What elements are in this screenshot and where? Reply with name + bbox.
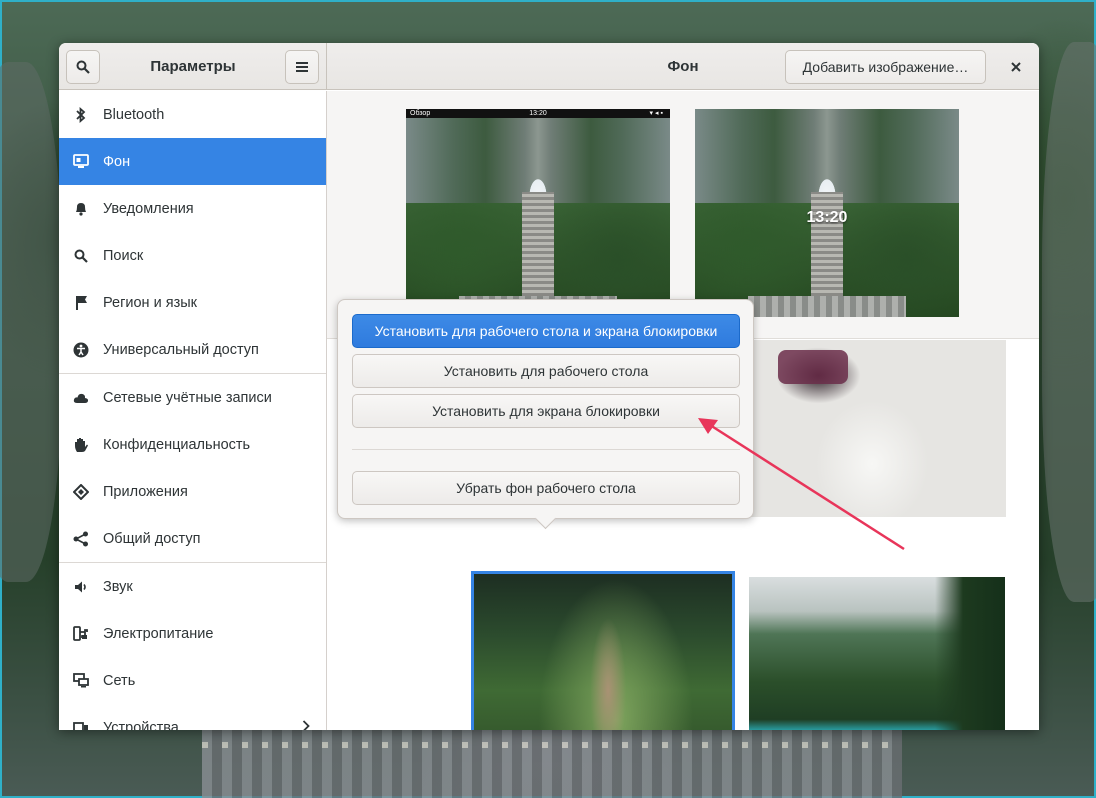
preview-lock-clock: 13:20 — [806, 209, 848, 226]
desktop-wallpaper-cliff-left — [0, 62, 62, 582]
hand-icon — [73, 437, 89, 453]
sidebar-item-label: Устройства — [103, 719, 179, 731]
sidebar-item-sound[interactable]: Звук — [59, 563, 326, 610]
sidebar-item-devices[interactable]: Устройства — [59, 704, 326, 730]
sidebar-item-applications[interactable]: Приложения — [59, 468, 326, 515]
sidebar-item-network[interactable]: Сеть — [59, 657, 326, 704]
sidebar-item-label: Уведомления — [103, 200, 194, 217]
hamburger-icon — [296, 62, 308, 72]
sidebar-item-notifications[interactable]: Уведомления — [59, 185, 326, 232]
sidebar-item-sharing[interactable]: Общий доступ — [59, 515, 326, 562]
headerbar: Параметры Фон Добавить изображение… — [59, 43, 1039, 90]
search-icon — [73, 248, 89, 264]
sidebar-item-accessibility[interactable]: Универсальный доступ — [59, 326, 326, 373]
sidebar-item-label: Фон — [103, 153, 131, 170]
share-icon — [73, 531, 89, 547]
popover-separator — [352, 449, 740, 450]
preview-bar-time: 13:20 — [529, 110, 547, 117]
add-image-button[interactable]: Добавить изображение… — [785, 50, 986, 84]
sidebar-title: Параметры — [150, 58, 236, 75]
sidebar-item-search[interactable]: Поиск — [59, 232, 326, 279]
sidebar-item-online-accounts[interactable]: Сетевые учётные записи — [59, 374, 326, 421]
search-button[interactable] — [66, 50, 100, 84]
sidebar-item-label: Сетевые учётные записи — [103, 389, 272, 406]
sidebar-item-privacy[interactable]: Конфиденциальность — [59, 421, 326, 468]
accessibility-icon — [73, 342, 89, 358]
sidebar-item-label: Регион и язык — [103, 294, 197, 311]
sidebar-item-label: Электропитание — [103, 625, 214, 642]
lock-screen-preview: Обзор 13:20 ▾◂▪ — [406, 109, 670, 317]
preview-status-icons: ▾◂▪ — [649, 110, 665, 117]
sidebar-item-label: Поиск — [103, 247, 144, 264]
set-lock-screen-button[interactable]: Установить для экрана блокировки — [352, 394, 740, 428]
sidebar-headerbar: Параметры — [59, 43, 327, 90]
network-icon — [73, 673, 89, 689]
background-icon — [73, 154, 89, 170]
devices-icon — [73, 720, 89, 730]
remove-background-button[interactable]: Убрать фон рабочего стола — [352, 471, 740, 505]
preview-plaza — [747, 296, 907, 317]
bluetooth-icon — [73, 106, 89, 123]
sidebar-item-label: Универсальный доступ — [103, 341, 259, 358]
sidebar-item-label: Сеть — [103, 672, 136, 689]
sidebar-item-power[interactable]: Электропитание — [59, 610, 326, 657]
flag-icon — [73, 295, 89, 311]
close-icon — [1011, 62, 1021, 72]
cloud-icon — [73, 390, 89, 406]
sidebar-item-region[interactable]: Регион и язык — [59, 279, 326, 326]
desktop-preview: 13:20 — [695, 109, 959, 317]
power-icon — [73, 625, 89, 642]
close-button[interactable] — [1003, 54, 1029, 80]
sidebar-item-label: Приложения — [103, 483, 188, 500]
search-icon — [76, 60, 90, 74]
set-both-button[interactable]: Установить для рабочего стола и экрана б… — [352, 314, 740, 348]
set-background-popover: Установить для рабочего стола и экрана б… — [337, 299, 754, 519]
chevron-right-icon — [302, 720, 310, 730]
sidebar-item-label: Звук — [103, 578, 133, 595]
set-desktop-button[interactable]: Установить для рабочего стола — [352, 354, 740, 388]
sidebar-item-bluetooth[interactable]: Bluetooth — [59, 91, 326, 138]
bell-icon — [73, 201, 89, 217]
wallpaper-thumbnail-person[interactable] — [738, 340, 1006, 517]
desktop-wallpaper-stairs — [202, 730, 902, 798]
menu-button[interactable] — [285, 50, 319, 84]
wallpaper-thumbnail-lake[interactable] — [749, 577, 1005, 730]
speaker-icon — [73, 579, 89, 595]
sidebar-item-label: Общий доступ — [103, 530, 201, 547]
apps-icon — [73, 483, 89, 500]
preview-top-bar: Обзор 13:20 ▾◂▪ — [406, 109, 670, 118]
sidebar-item-background[interactable]: Фон — [59, 138, 326, 185]
sidebar-item-label: Bluetooth — [103, 106, 165, 123]
sidebar-item-label: Конфиденциальность — [103, 436, 251, 453]
thumbnail-detail — [778, 350, 848, 384]
thumbnail-detail — [935, 577, 1005, 730]
wallpaper-thumbnail-hill-path[interactable] — [471, 571, 735, 730]
desktop-wallpaper-cliff-right — [1042, 42, 1096, 602]
sidebar: Bluetooth Фон Уведомления Поиск Регион и… — [59, 91, 327, 730]
